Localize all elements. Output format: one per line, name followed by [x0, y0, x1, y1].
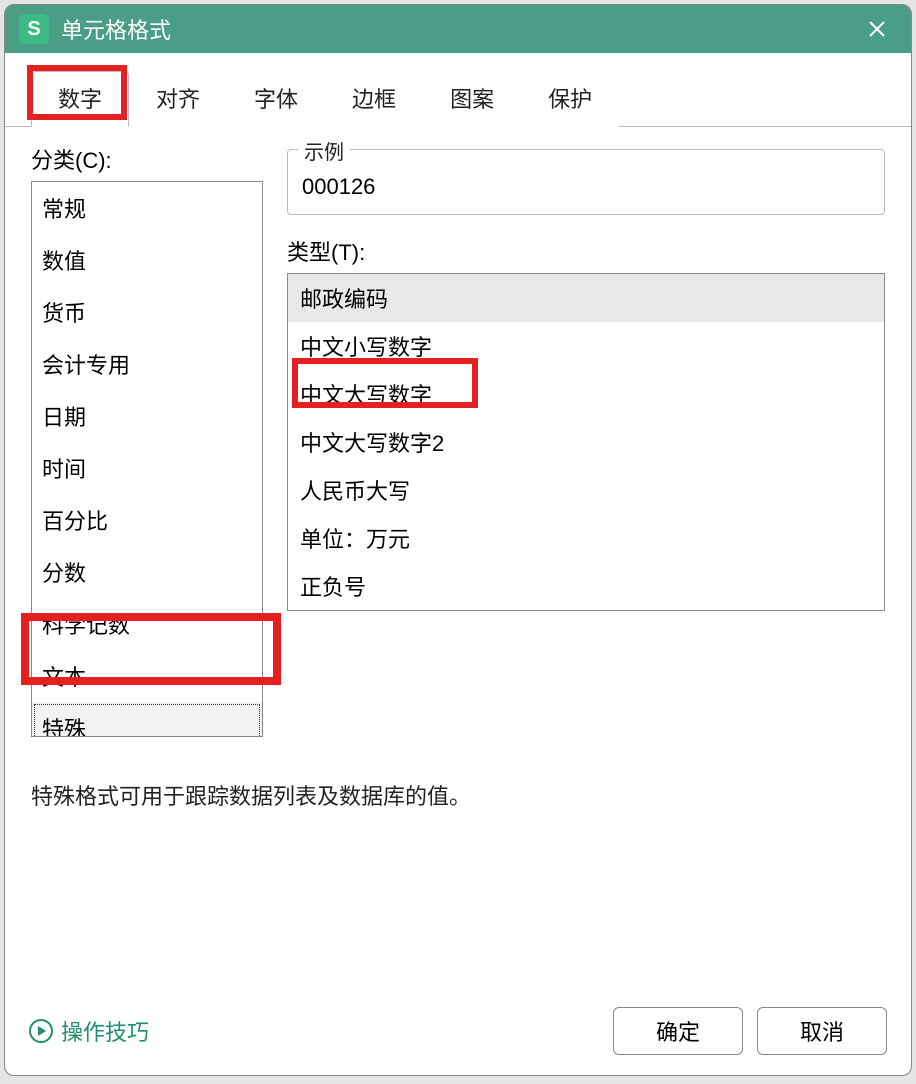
app-icon: S [19, 14, 49, 44]
category-column: 分类(C): 常规数值货币会计专用日期时间百分比分数科学记数文本特殊自定义 [31, 143, 263, 737]
category-item[interactable]: 科学记数 [32, 598, 262, 650]
tab-0[interactable]: 数字 [31, 71, 129, 127]
category-item[interactable]: 会计专用 [32, 338, 262, 390]
close-icon [868, 20, 886, 38]
example-box: 示例 000126 [287, 149, 885, 215]
category-item[interactable]: 常规 [32, 182, 262, 234]
category-listbox[interactable]: 常规数值货币会计专用日期时间百分比分数科学记数文本特殊自定义 [31, 181, 263, 737]
type-listbox[interactable]: 邮政编码中文小写数字中文大写数字中文大写数字2人民币大写单位：万元正负号 [287, 273, 885, 611]
category-item[interactable]: 货币 [32, 286, 262, 338]
titlebar: S 单元格格式 [5, 5, 911, 53]
cancel-button[interactable]: 取消 [757, 1007, 887, 1055]
play-icon [29, 1019, 53, 1043]
category-item[interactable]: 文本 [32, 650, 262, 702]
tab-3[interactable]: 边框 [325, 71, 423, 127]
type-item[interactable]: 人民币大写 [288, 466, 884, 514]
category-item[interactable]: 日期 [32, 390, 262, 442]
upper-panel: 分类(C): 常规数值货币会计专用日期时间百分比分数科学记数文本特殊自定义 示例… [31, 143, 885, 737]
category-label: 分类(C): [31, 143, 263, 175]
type-item[interactable]: 邮政编码 [288, 274, 884, 322]
ok-button[interactable]: 确定 [613, 1007, 743, 1055]
type-item[interactable]: 正负号 [288, 562, 884, 610]
dialog-title: 单元格格式 [61, 13, 857, 45]
category-item[interactable]: 特殊 [32, 702, 262, 737]
right-column: 示例 000126 类型(T): 邮政编码中文小写数字中文大写数字中文大写数字2… [287, 143, 885, 737]
tab-1[interactable]: 对齐 [129, 71, 227, 127]
type-label: 类型(T): [287, 235, 885, 267]
category-item[interactable]: 数值 [32, 234, 262, 286]
type-item[interactable]: 中文大写数字 [288, 370, 884, 418]
category-item[interactable]: 分数 [32, 546, 262, 598]
category-item[interactable]: 百分比 [32, 494, 262, 546]
example-value: 000126 [302, 174, 870, 200]
category-item[interactable]: 时间 [32, 442, 262, 494]
tab-5[interactable]: 保护 [521, 71, 619, 127]
content-area: 分类(C): 常规数值货币会计专用日期时间百分比分数科学记数文本特殊自定义 示例… [5, 127, 911, 991]
cell-format-dialog: S 单元格格式 数字对齐字体边框图案保护 分类(C): 常规数值货币会计专用日期… [4, 4, 912, 1076]
type-item[interactable]: 中文大写数字2 [288, 418, 884, 466]
footer: 操作技巧 确定 取消 [5, 991, 911, 1075]
example-label: 示例 [298, 136, 350, 165]
type-item[interactable]: 中文小写数字 [288, 322, 884, 370]
tab-4[interactable]: 图案 [423, 71, 521, 127]
tab-2[interactable]: 字体 [227, 71, 325, 127]
close-button[interactable] [857, 9, 897, 49]
tabs: 数字对齐字体边框图案保护 [5, 71, 911, 127]
tips-link[interactable]: 操作技巧 [29, 1015, 149, 1047]
format-description: 特殊格式可用于跟踪数据列表及数据库的值。 [31, 779, 885, 811]
type-item[interactable]: 单位：万元 [288, 514, 884, 562]
tips-label: 操作技巧 [61, 1015, 149, 1047]
